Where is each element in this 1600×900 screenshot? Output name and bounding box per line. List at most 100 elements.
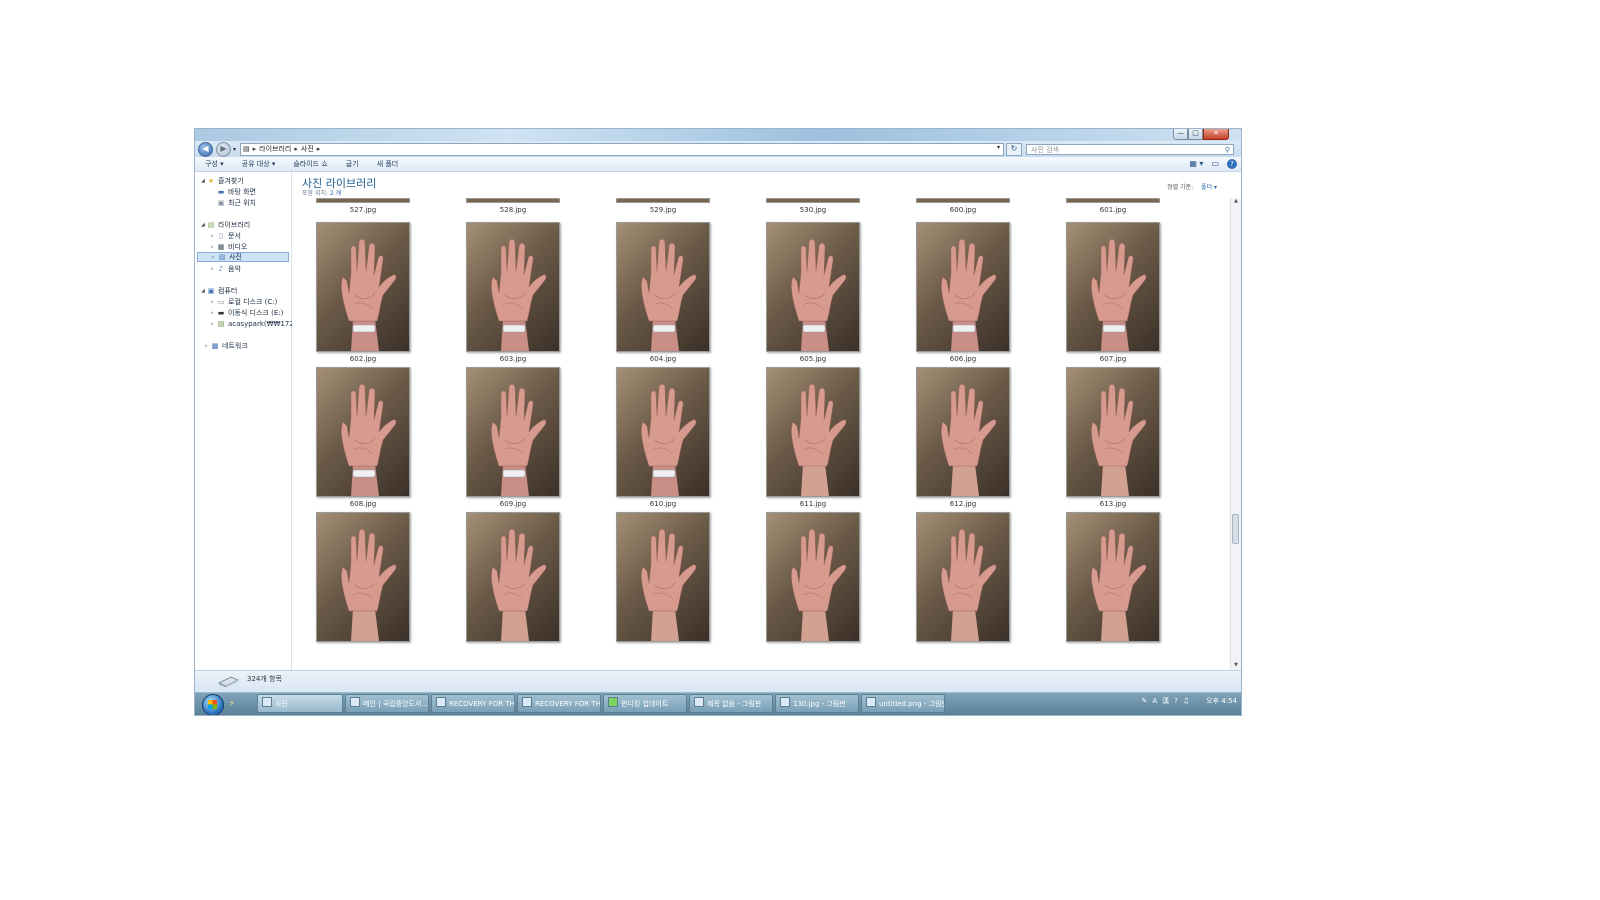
nav-item-local-disk[interactable]: ▹ ▭ 로컬 디스크 (C:) [211,297,277,307]
taskbar-item-browser-library[interactable]: 메인 | 국립중앙도서... [345,694,429,713]
start-button[interactable] [202,694,224,715]
file-thumbnail[interactable]: 610.jpg [616,367,710,508]
hand-image [1091,239,1147,351]
taskbar-item-paint-untitled[interactable]: 제목 없음 - 그림판 [689,694,773,713]
nav-computer[interactable]: ◢ ▣ 컴퓨터 [201,286,237,296]
breadcrumb-pictures[interactable]: 사진 [301,144,314,154]
new-folder-button[interactable]: 새 폴더 [377,159,399,169]
file-thumbnail[interactable] [916,512,1010,642]
breadcrumb-libraries[interactable]: 라이브러리 [259,144,291,154]
organize-menu[interactable]: 구성 ▾ [205,159,224,169]
nav-item-removable-disk[interactable]: ▹ ▬ 이동식 디스크 (E:) [211,308,283,318]
title-bar[interactable]: — □ ✕ [195,129,1241,141]
video-icon: ▦ [217,243,225,251]
content-pane: 사진 라이브러리 포함 위치: 2 개 정렬 기준: 폴더 ▾ 527.jpg 5… [292,172,1241,671]
taskbar-item-paint-130[interactable]: 130.jpg - 그림판 [775,694,859,713]
language-bar-icon[interactable]: ✎ [1142,697,1148,705]
chevron-right-icon[interactable]: ▸ [294,145,298,153]
nav-item-music[interactable]: ▹ ♪ 음악 [211,264,241,274]
nav-libraries[interactable]: ◢ ▤ 라이브러리 [201,220,250,230]
taskbar-item-explorer[interactable]: 사진 [257,694,343,713]
taskbar-item-recovery-1[interactable]: RECOVERY FOR THE... [431,694,515,713]
chevron-right-icon[interactable]: ▸ [253,145,257,153]
ime-help-icon[interactable]: ? [1174,697,1178,705]
maximize-button[interactable]: □ [1188,129,1203,140]
hand-image [491,529,547,641]
file-thumbnail[interactable]: 606.jpg [916,222,1010,363]
burn-button[interactable]: 굽기 [346,159,359,169]
back-button[interactable]: ◀ [198,141,213,157]
forward-button[interactable]: ▶ [216,141,231,157]
file-thumbnail[interactable]: 613.jpg [1066,367,1160,508]
file-name: 604.jpg [649,355,677,363]
taskbar-item-update[interactable]: 윈디킹 업데이트 [603,694,687,713]
hanja-indicator[interactable]: 漢 [1162,696,1169,706]
nav-network[interactable]: ▹ ▩ 네트워크 [205,341,248,351]
preview-pane-icon[interactable]: ▭ [1211,159,1219,169]
chevron-right-icon[interactable]: ▸ [317,145,321,153]
hand-photo [916,367,1010,497]
locations-link[interactable]: 2 개 [330,190,341,197]
search-input[interactable]: 사진 검색 ⚲ [1026,143,1235,156]
nav-item-desktop[interactable]: ▬ 바탕 화면 [217,187,256,197]
taskbar-item-paint-png[interactable]: untitled.png - 그림판 [861,694,945,713]
file-thumbnail[interactable]: 602.jpg [316,222,410,363]
file-thumbnail[interactable]: 607.jpg [1066,222,1160,363]
file-thumbnail[interactable] [766,512,860,642]
nav-favorites[interactable]: ◢ ★ 즐겨찾기 [201,176,244,186]
hand-photo [1066,367,1160,497]
hand-image [341,239,397,351]
file-thumbnail[interactable]: 605.jpg [766,222,860,363]
thumbnail-image[interactable] [466,198,560,203]
navigation-pane: ◢ ★ 즐겨찾기 ▬ 바탕 화면 ▣ 최근 위치 ◢ ▤ 라이브러리 ▹ ▯ 문… [195,172,301,671]
scroll-up-icon[interactable]: ▲ [1231,198,1241,207]
thumbnail-image[interactable] [916,198,1010,203]
file-thumbnail[interactable]: 604.jpg [616,222,710,363]
vertical-scrollbar[interactable]: ▲ ▼ [1230,198,1241,671]
thumbnail-image[interactable] [616,198,710,203]
slideshow-button[interactable]: 슬라이드 쇼 [293,159,327,169]
thumbnail-image[interactable] [316,198,410,203]
quick-launch-icon[interactable]: ⚡ [229,699,235,708]
taskbar-item-recovery-2[interactable]: RECOVERY FOR THE... [517,694,601,713]
hand-image [791,239,847,351]
chevron-down-icon[interactable]: ▾ [997,144,1000,151]
nav-item-documents[interactable]: ▹ ▯ 문서 [211,231,241,241]
help-icon[interactable]: ? [1227,159,1237,169]
search-icon[interactable]: ⚲ [1225,145,1230,156]
thumbnail-image[interactable] [1066,198,1160,203]
nav-item-pictures[interactable]: ▹ ▧ 사진 [197,252,289,262]
taskbar: ⚡ 사진 메인 | 국립중앙도서... RECOVERY FOR THE... … [195,692,1241,715]
file-thumbnail[interactable]: 603.jpg [466,222,560,363]
file-name: 602.jpg [349,355,377,363]
address-bar[interactable]: ▤ ▸ 라이브러리 ▸ 사진 ▸ ▾ [240,142,1005,156]
file-thumbnail[interactable] [316,512,410,642]
hand-image [791,529,847,641]
ime-mode-indicator[interactable]: A [1152,697,1157,705]
arrange-by-dropdown[interactable]: 폴더 ▾ [1201,184,1217,191]
file-name: 607.jpg [1099,355,1127,363]
file-thumbnail[interactable]: 609.jpg [466,367,560,508]
file-thumbnail[interactable]: 611.jpg [766,367,860,508]
nav-item-videos[interactable]: ▹ ▦ 비디오 [211,242,247,252]
recent-pages-dropdown[interactable]: ▾ [233,146,236,153]
scrollbar-thumb[interactable] [1232,514,1239,544]
clock[interactable]: 오후 4:54 [1206,696,1237,706]
paint-icon [694,697,704,707]
file-thumbnail[interactable]: 612.jpg [916,367,1010,508]
share-with-menu[interactable]: 공유 대상 ▾ [242,159,276,169]
view-options-icon[interactable]: ▦ ▾ [1189,159,1203,169]
file-thumbnail[interactable] [1066,512,1160,642]
close-button[interactable]: ✕ [1203,129,1229,140]
network-drive-icon: ▤ [217,320,225,328]
speaker-icon[interactable]: ♫ [1183,697,1189,705]
nav-item-recent-places[interactable]: ▣ 최근 위치 [217,198,256,208]
file-name: 528.jpg [499,206,527,214]
file-thumbnail[interactable]: 608.jpg [316,367,410,508]
nav-item-network-drive[interactable]: ▹ ▤ acasypark(₩₩172.2 [211,319,301,329]
minimize-button[interactable]: — [1173,129,1188,140]
thumbnail-image[interactable] [766,198,860,203]
file-thumbnail[interactable] [466,512,560,642]
file-thumbnail[interactable] [616,512,710,642]
refresh-button[interactable]: ↻ [1006,142,1023,156]
